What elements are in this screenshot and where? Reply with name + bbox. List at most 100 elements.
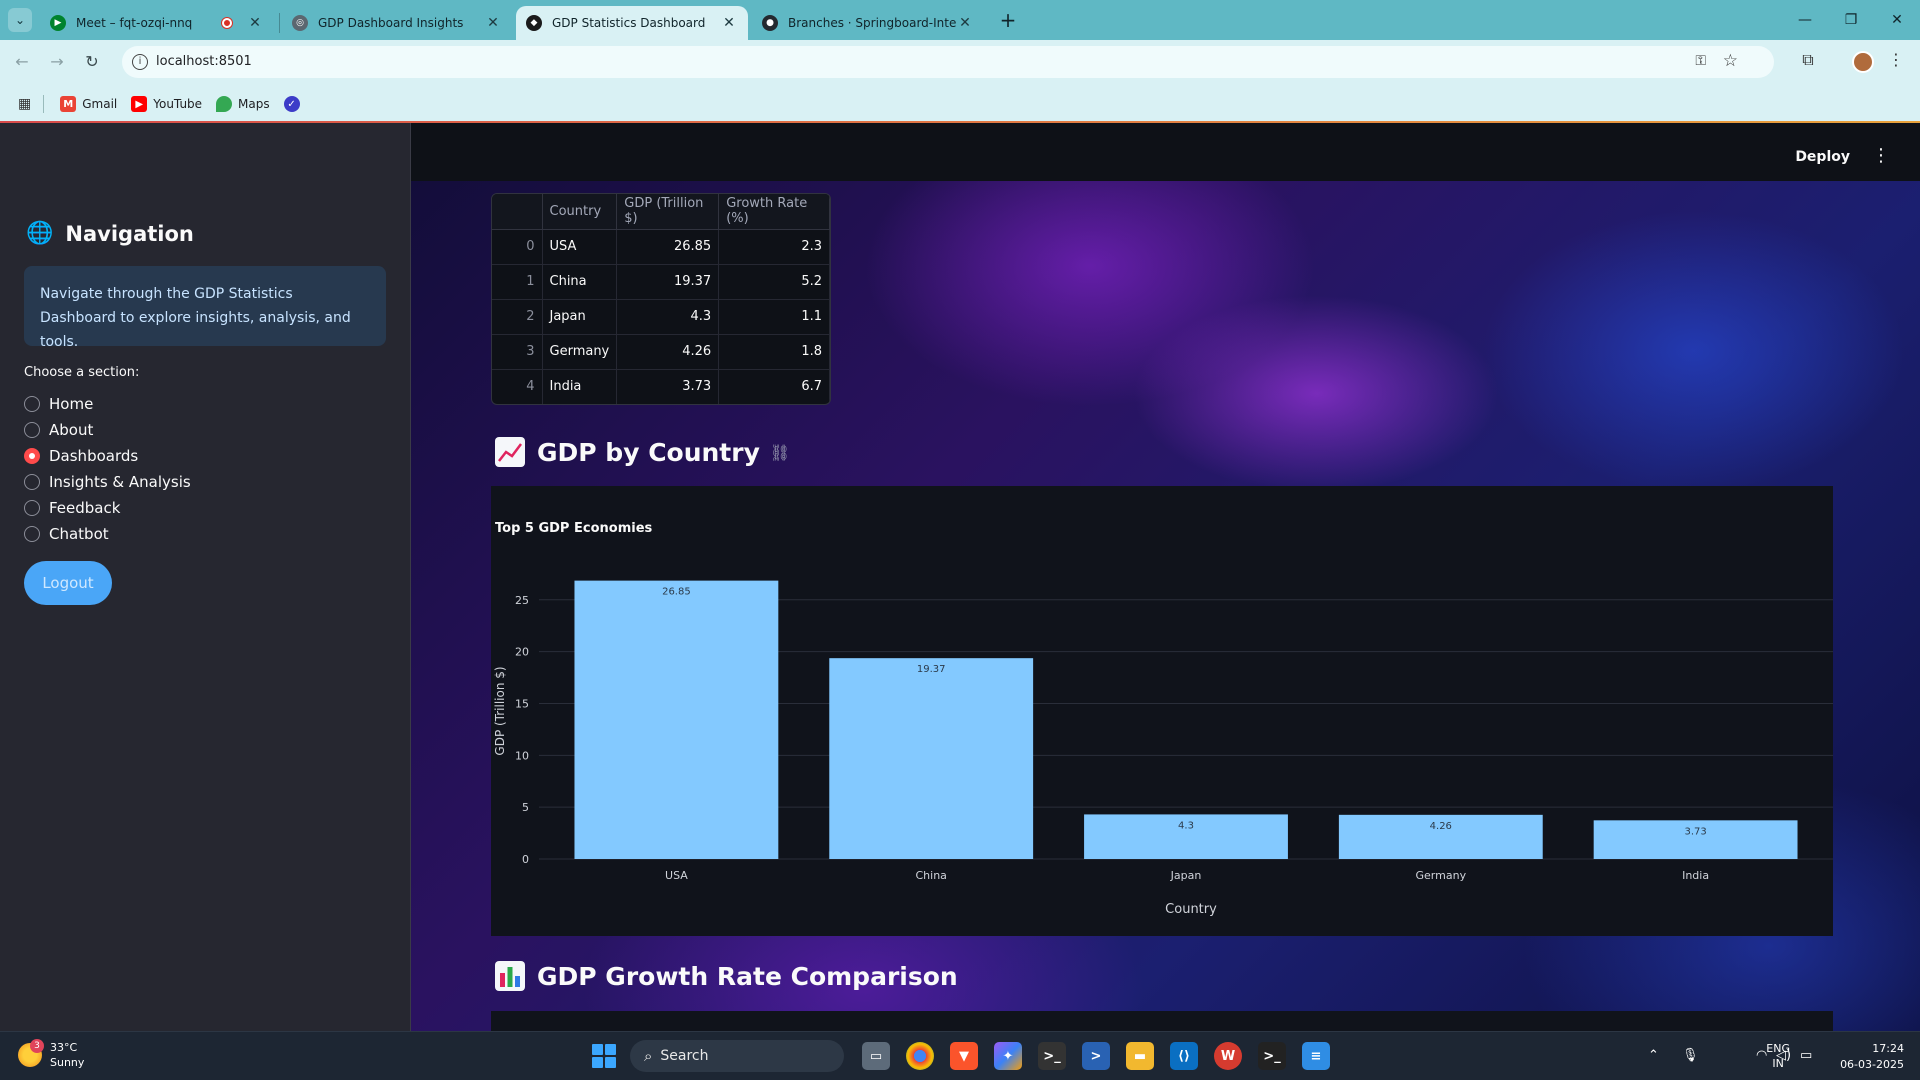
- powershell-icon[interactable]: >: [1082, 1042, 1110, 1070]
- chrome-icon[interactable]: [906, 1042, 934, 1070]
- table-cell[interactable]: 4.3: [616, 299, 720, 335]
- table-cell[interactable]: Japan: [542, 299, 618, 335]
- radio-chatbot[interactable]: Chatbot: [24, 521, 191, 547]
- vscode-icon[interactable]: ⟨⟩: [1170, 1042, 1198, 1070]
- address-bar[interactable]: i localhost:8501 ⚿ ☆: [122, 46, 1774, 78]
- deploy-button[interactable]: Deploy: [1795, 149, 1850, 165]
- radio-dashboards[interactable]: Dashboards: [24, 443, 191, 469]
- radio-circle[interactable]: [24, 422, 40, 438]
- app-menu-icon[interactable]: ⋮: [1872, 145, 1890, 166]
- radio-circle[interactable]: [24, 500, 40, 516]
- terminal-icon[interactable]: >_: [1038, 1042, 1066, 1070]
- gdp-table: Country GDP (Trillion $) Growth Rate (%)…: [492, 194, 830, 404]
- wifi-icon[interactable]: ◠: [1756, 1048, 1767, 1063]
- volume-icon[interactable]: ◁): [1776, 1048, 1791, 1063]
- tab-meet[interactable]: ▶ Meet – fqt-ozqi-nnq ✕: [40, 6, 274, 40]
- battery-icon[interactable]: ▭: [1800, 1048, 1812, 1063]
- reload-icon[interactable]: ↻: [80, 50, 104, 74]
- close-tab-icon[interactable]: ✕: [720, 15, 738, 31]
- column-header[interactable]: [492, 194, 543, 230]
- bookmark-youtube[interactable]: ▶ YouTube: [131, 96, 202, 112]
- column-header[interactable]: Country: [542, 194, 618, 230]
- windows-start-icon[interactable]: [592, 1044, 616, 1068]
- radio-feedback[interactable]: Feedback: [24, 495, 191, 521]
- column-header[interactable]: GDP (Trillion $): [616, 194, 720, 230]
- password-key-icon[interactable]: ⚿: [1695, 53, 1706, 69]
- minimize-button[interactable]: —: [1782, 0, 1828, 40]
- globe-icon: 🌐: [26, 221, 54, 246]
- bookmark-extra[interactable]: ✓: [283, 96, 306, 112]
- radio-circle[interactable]: [24, 396, 40, 412]
- table-cell[interactable]: Germany: [542, 334, 618, 370]
- bookmark-star-icon[interactable]: ☆: [1723, 51, 1738, 71]
- apps-grid-icon[interactable]: ▦: [18, 96, 31, 112]
- radio-circle-selected[interactable]: [24, 448, 40, 464]
- table-cell[interactable]: 1.8: [718, 334, 830, 370]
- table-cell[interactable]: 2.3: [718, 229, 830, 265]
- taskbar-search[interactable]: ⌕ Search: [630, 1040, 844, 1072]
- profile-avatar[interactable]: [1852, 51, 1874, 73]
- bar-data-label: 4.26: [1430, 821, 1452, 832]
- gdp-bar-chart[interactable]: Top 5 GDP Economies 0 5 10 15 20 25 26.85 USA 1…: [491, 486, 1833, 936]
- table-cell[interactable]: 26.85: [616, 229, 720, 265]
- section-radio-label: Choose a section:: [24, 365, 140, 380]
- table-cell[interactable]: China: [542, 264, 618, 300]
- extensions-icon[interactable]: ⧉: [1796, 50, 1820, 70]
- tray-chevron-icon[interactable]: ⌃: [1648, 1048, 1659, 1063]
- table-row: 4 India 3.73 6.7: [492, 369, 830, 404]
- radio-home[interactable]: Home: [24, 391, 191, 417]
- tab-gdp-statistics[interactable]: ◆ GDP Statistics Dashboard ✕: [516, 6, 748, 40]
- site-info-icon[interactable]: i: [132, 54, 148, 70]
- weather-widget[interactable]: 3 33°C Sunny: [18, 1039, 84, 1070]
- new-tab-button[interactable]: +: [996, 8, 1020, 32]
- wps-office-icon[interactable]: W: [1214, 1042, 1242, 1070]
- notepad-icon[interactable]: ≡: [1302, 1042, 1330, 1070]
- brave-icon[interactable]: ▼: [950, 1042, 978, 1070]
- browser-menu-icon[interactable]: ⋮: [1884, 50, 1908, 69]
- weather-temp: 33°C: [50, 1041, 78, 1054]
- growth-rate-chart[interactable]: [491, 1011, 1833, 1031]
- tab-gdp-insights[interactable]: ◎ GDP Dashboard Insights ✕: [282, 6, 512, 40]
- radio-circle[interactable]: [24, 526, 40, 542]
- logout-button[interactable]: Logout: [24, 561, 112, 605]
- anchor-link-icon[interactable]: ⛓: [770, 443, 790, 462]
- bookmark-maps[interactable]: Maps: [216, 96, 270, 112]
- radio-insights-analysis[interactable]: Insights & Analysis: [24, 469, 191, 495]
- file-explorer-icon[interactable]: ▬: [1126, 1042, 1154, 1070]
- radio-label: Insights & Analysis: [49, 473, 191, 491]
- table-cell[interactable]: USA: [542, 229, 618, 265]
- system-clock[interactable]: 17:24 06-03-2025: [1840, 1041, 1904, 1073]
- forward-icon[interactable]: →: [45, 50, 69, 74]
- close-tab-icon[interactable]: ✕: [246, 15, 264, 31]
- radio-about[interactable]: About: [24, 417, 191, 443]
- gdp-dataframe[interactable]: Country GDP (Trillion $) Growth Rate (%)…: [491, 193, 831, 405]
- url-text[interactable]: localhost:8501: [156, 46, 252, 78]
- tab-search-icon[interactable]: ⌄: [8, 8, 32, 32]
- bar-usa[interactable]: [574, 580, 779, 859]
- table-cell[interactable]: 1.1: [718, 299, 830, 335]
- close-tab-icon[interactable]: ✕: [484, 15, 502, 31]
- copilot-icon[interactable]: ✦: [994, 1042, 1022, 1070]
- back-icon[interactable]: ←: [10, 50, 34, 74]
- table-cell[interactable]: 6.7: [718, 369, 830, 404]
- close-tab-icon[interactable]: ✕: [956, 15, 974, 31]
- table-cell[interactable]: 3.73: [616, 369, 720, 404]
- restore-button[interactable]: ❐: [1828, 0, 1874, 40]
- close-window-button[interactable]: ✕: [1874, 0, 1920, 40]
- x-tick-label: India: [1682, 869, 1709, 882]
- table-cell[interactable]: 19.37: [616, 264, 720, 300]
- table-cell[interactable]: 5.2: [718, 264, 830, 300]
- tab-github-branches[interactable]: ● Branches · Springboard-Internsl ✕: [752, 6, 984, 40]
- x-tick-label: Germany: [1416, 869, 1467, 882]
- command-prompt-icon[interactable]: >_: [1258, 1042, 1286, 1070]
- microphone-icon[interactable]: 🎙: [1682, 1048, 1699, 1063]
- clock-date: 06-03-2025: [1840, 1058, 1904, 1071]
- bookmark-gmail[interactable]: M Gmail: [60, 96, 117, 112]
- task-view-icon[interactable]: ▭: [862, 1042, 890, 1070]
- radio-circle[interactable]: [24, 474, 40, 490]
- table-cell[interactable]: India: [542, 369, 618, 404]
- bar-china[interactable]: [829, 658, 1034, 859]
- table-row: 0 USA 26.85 2.3: [492, 229, 830, 265]
- table-cell[interactable]: 4.26: [616, 334, 720, 370]
- column-header[interactable]: Growth Rate (%): [718, 194, 830, 230]
